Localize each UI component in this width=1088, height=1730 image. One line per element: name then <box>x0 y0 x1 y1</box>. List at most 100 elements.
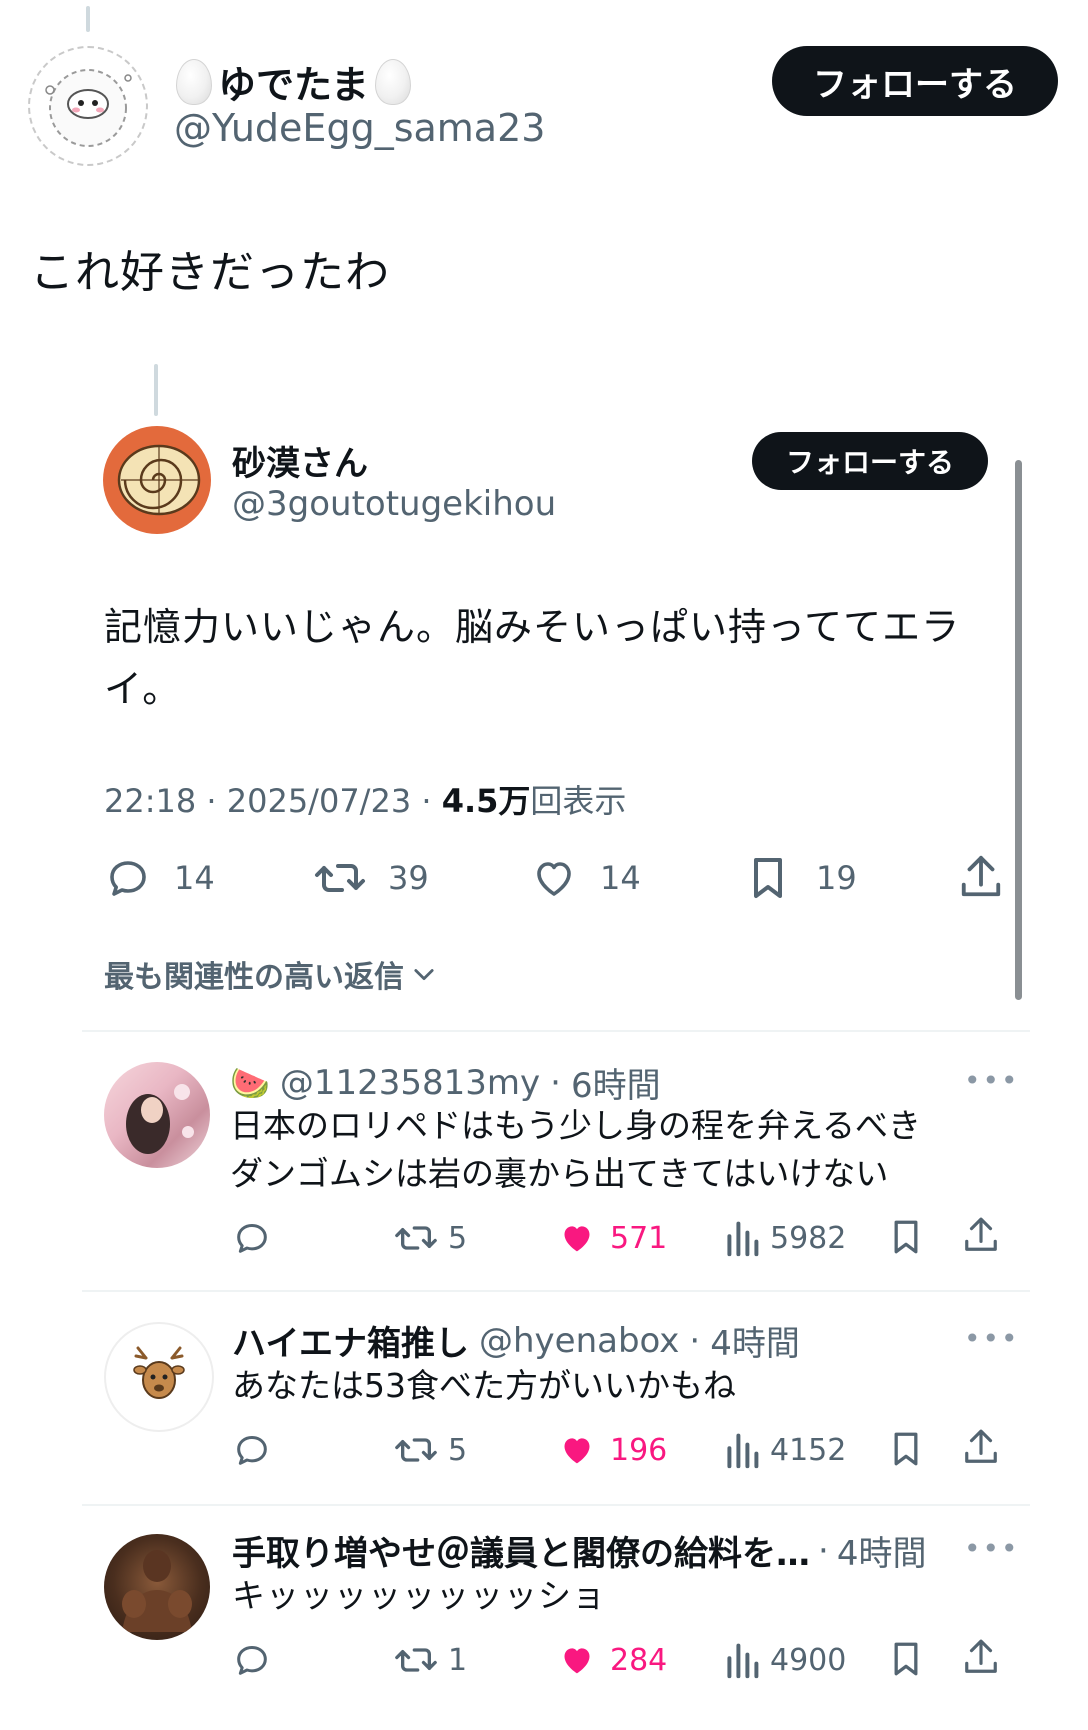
views-icon <box>727 1643 759 1679</box>
reply-1-views-count: 5982 <box>770 1220 847 1256</box>
reply-3-reply-action[interactable] <box>232 1640 272 1680</box>
avatar-yudetama[interactable] <box>28 46 148 166</box>
meta-separator: · <box>421 782 442 820</box>
thread-line-quote <box>154 364 158 416</box>
reply-1-text: 日本のロリペドはもう少し身の程を弁えるべき ダンゴムシは岩の裏から出てきてはいけ… <box>230 1102 921 1198</box>
reply-1-line2: ダンゴムシは岩の裏から出てきてはいけない <box>230 1154 889 1193</box>
scrollbar[interactable] <box>1015 460 1022 1000</box>
reply-1-like-count: 571 <box>610 1220 668 1256</box>
watermelon-icon: 🍉 <box>230 1063 270 1102</box>
share-icon <box>965 1639 997 1673</box>
avatar-reply-3[interactable] <box>104 1534 210 1640</box>
reply-2-like-action[interactable]: 196 <box>556 1430 667 1470</box>
reply-icon <box>110 861 146 896</box>
views-label: 回表示 <box>530 782 627 820</box>
meta-separator: · <box>206 782 227 820</box>
reply-3-like-action[interactable]: 284 <box>556 1640 667 1680</box>
views-count: 4.5万 <box>441 782 531 820</box>
author-name[interactable]: ゆでたま <box>176 54 411 109</box>
reply-1-like-action[interactable]: 571 <box>556 1218 667 1258</box>
more-options-icon[interactable]: ••• <box>964 1322 1020 1355</box>
repost-action[interactable]: 39 <box>312 854 429 902</box>
meta-separator: · <box>550 1062 561 1103</box>
reply-1-share-action[interactable] <box>962 1214 1000 1256</box>
sheep-icon <box>45 69 132 147</box>
post-time[interactable]: 22:18 <box>104 782 196 820</box>
deer-icon <box>133 1346 185 1399</box>
reply-1-views-action[interactable]: 5982 <box>724 1218 846 1258</box>
reply-1-time[interactable]: 6時間 <box>571 1058 661 1107</box>
reply-3-header: 手取り増やせ＠議員と閣僚の給料を… · 4時間 <box>232 1526 926 1575</box>
share-icon <box>965 1217 997 1251</box>
repost-icon <box>395 1648 437 1672</box>
reply-3-repost-action[interactable]: 1 <box>392 1640 467 1680</box>
bookmark-icon <box>894 1432 918 1466</box>
like-count: 14 <box>600 859 641 897</box>
thread-line-top <box>86 6 90 32</box>
reply-2-share-action[interactable] <box>962 1426 1000 1468</box>
meta-separator: · <box>689 1320 701 1361</box>
reply-2-bookmark-action[interactable] <box>888 1428 924 1470</box>
reply-2-repost-count: 5 <box>448 1432 468 1468</box>
quoted-post-text: 記憶力いいじゃん。脳みそいっぱい持っててエラ イ。 <box>104 596 960 720</box>
reply-icon <box>237 1224 267 1253</box>
reply-2-handle[interactable]: @hyenabox <box>479 1321 679 1361</box>
reply-count: 14 <box>174 859 215 897</box>
reply-2-repost-action[interactable]: 5 <box>392 1430 467 1470</box>
reply-1-header: 🍉 @11235813my · 6時間 <box>230 1058 661 1107</box>
avatar-reply-2[interactable] <box>104 1322 214 1432</box>
reply-icon <box>237 1436 267 1465</box>
reply-2-time[interactable]: 4時間 <box>710 1316 800 1365</box>
ammonite-icon <box>107 430 207 530</box>
reply-2-name[interactable]: ハイエナ箱推し <box>232 1316 469 1365</box>
post-meta: 22:18 · 2025/07/23 · 4.5万回表示 <box>104 776 626 822</box>
author-handle[interactable]: @YudeEgg_sama23 <box>174 106 545 150</box>
repost-icon <box>395 1438 437 1462</box>
reply-3-time[interactable]: 4時間 <box>837 1526 927 1575</box>
avatar-sabaku[interactable] <box>103 426 211 534</box>
chevron-down-icon <box>414 969 434 981</box>
photo-avatar-icon <box>126 1084 194 1154</box>
reply-action[interactable]: 14 <box>104 854 215 902</box>
share-icon <box>961 855 1001 897</box>
bookmark-action[interactable]: 19 <box>746 854 857 902</box>
reply-2-views-action[interactable]: 4152 <box>724 1430 846 1470</box>
reply-icon <box>237 1646 267 1675</box>
quoted-text-line1: 記憶力いいじゃん。脳みそいっぱい持っててエラ <box>104 605 961 649</box>
meta-separator: · <box>818 1530 829 1571</box>
more-options-icon[interactable]: ••• <box>964 1532 1020 1565</box>
share-icon <box>965 1429 997 1463</box>
reply-1-bookmark-action[interactable] <box>888 1216 924 1258</box>
reply-sort-dropdown[interactable]: 最も関連性の高い返信 <box>104 952 438 996</box>
quoted-follow-button[interactable]: フォローする <box>752 432 988 490</box>
reply-3-name[interactable]: 手取り増やせ＠議員と閣僚の給料を… <box>232 1526 810 1575</box>
reply-1-repost-count: 5 <box>448 1220 468 1256</box>
reply-3-share-action[interactable] <box>962 1636 1000 1678</box>
divider <box>82 1504 1030 1506</box>
post-date[interactable]: 2025/07/23 <box>227 782 411 820</box>
reply-1-reply-action[interactable] <box>232 1218 272 1258</box>
avatar-reply-1[interactable] <box>104 1062 210 1168</box>
quoted-author-name[interactable]: 砂漠さん <box>232 436 368 485</box>
reply-1-handle[interactable]: @11235813my <box>280 1063 540 1103</box>
quoted-author-handle[interactable]: @3goutotugekihou <box>232 484 556 524</box>
sort-label: 最も関連性の高い返信 <box>104 960 404 995</box>
reply-3-views-action[interactable]: 4900 <box>724 1640 846 1680</box>
reply-3-bookmark-action[interactable] <box>888 1638 924 1680</box>
share-action[interactable] <box>958 852 1004 902</box>
reply-3-repost-count: 1 <box>448 1642 468 1678</box>
reply-2-reply-action[interactable] <box>232 1430 272 1470</box>
bookmark-icon <box>754 858 782 898</box>
views-icon <box>727 1433 759 1469</box>
reply-2-text: あなたは53食べた方がいいかもね <box>232 1366 736 1405</box>
egg-icon <box>176 58 212 105</box>
like-action[interactable]: 14 <box>530 854 641 902</box>
reply-1-repost-action[interactable]: 5 <box>392 1218 467 1258</box>
bookmark-count: 19 <box>816 859 857 897</box>
reply-2-views-count: 4152 <box>770 1432 847 1468</box>
more-options-icon[interactable]: ••• <box>964 1064 1020 1097</box>
follow-button[interactable]: フォローする <box>772 46 1058 116</box>
heart-filled-icon <box>564 1438 590 1464</box>
bookmark-icon <box>894 1220 918 1254</box>
muscle-man-icon <box>122 1550 192 1632</box>
